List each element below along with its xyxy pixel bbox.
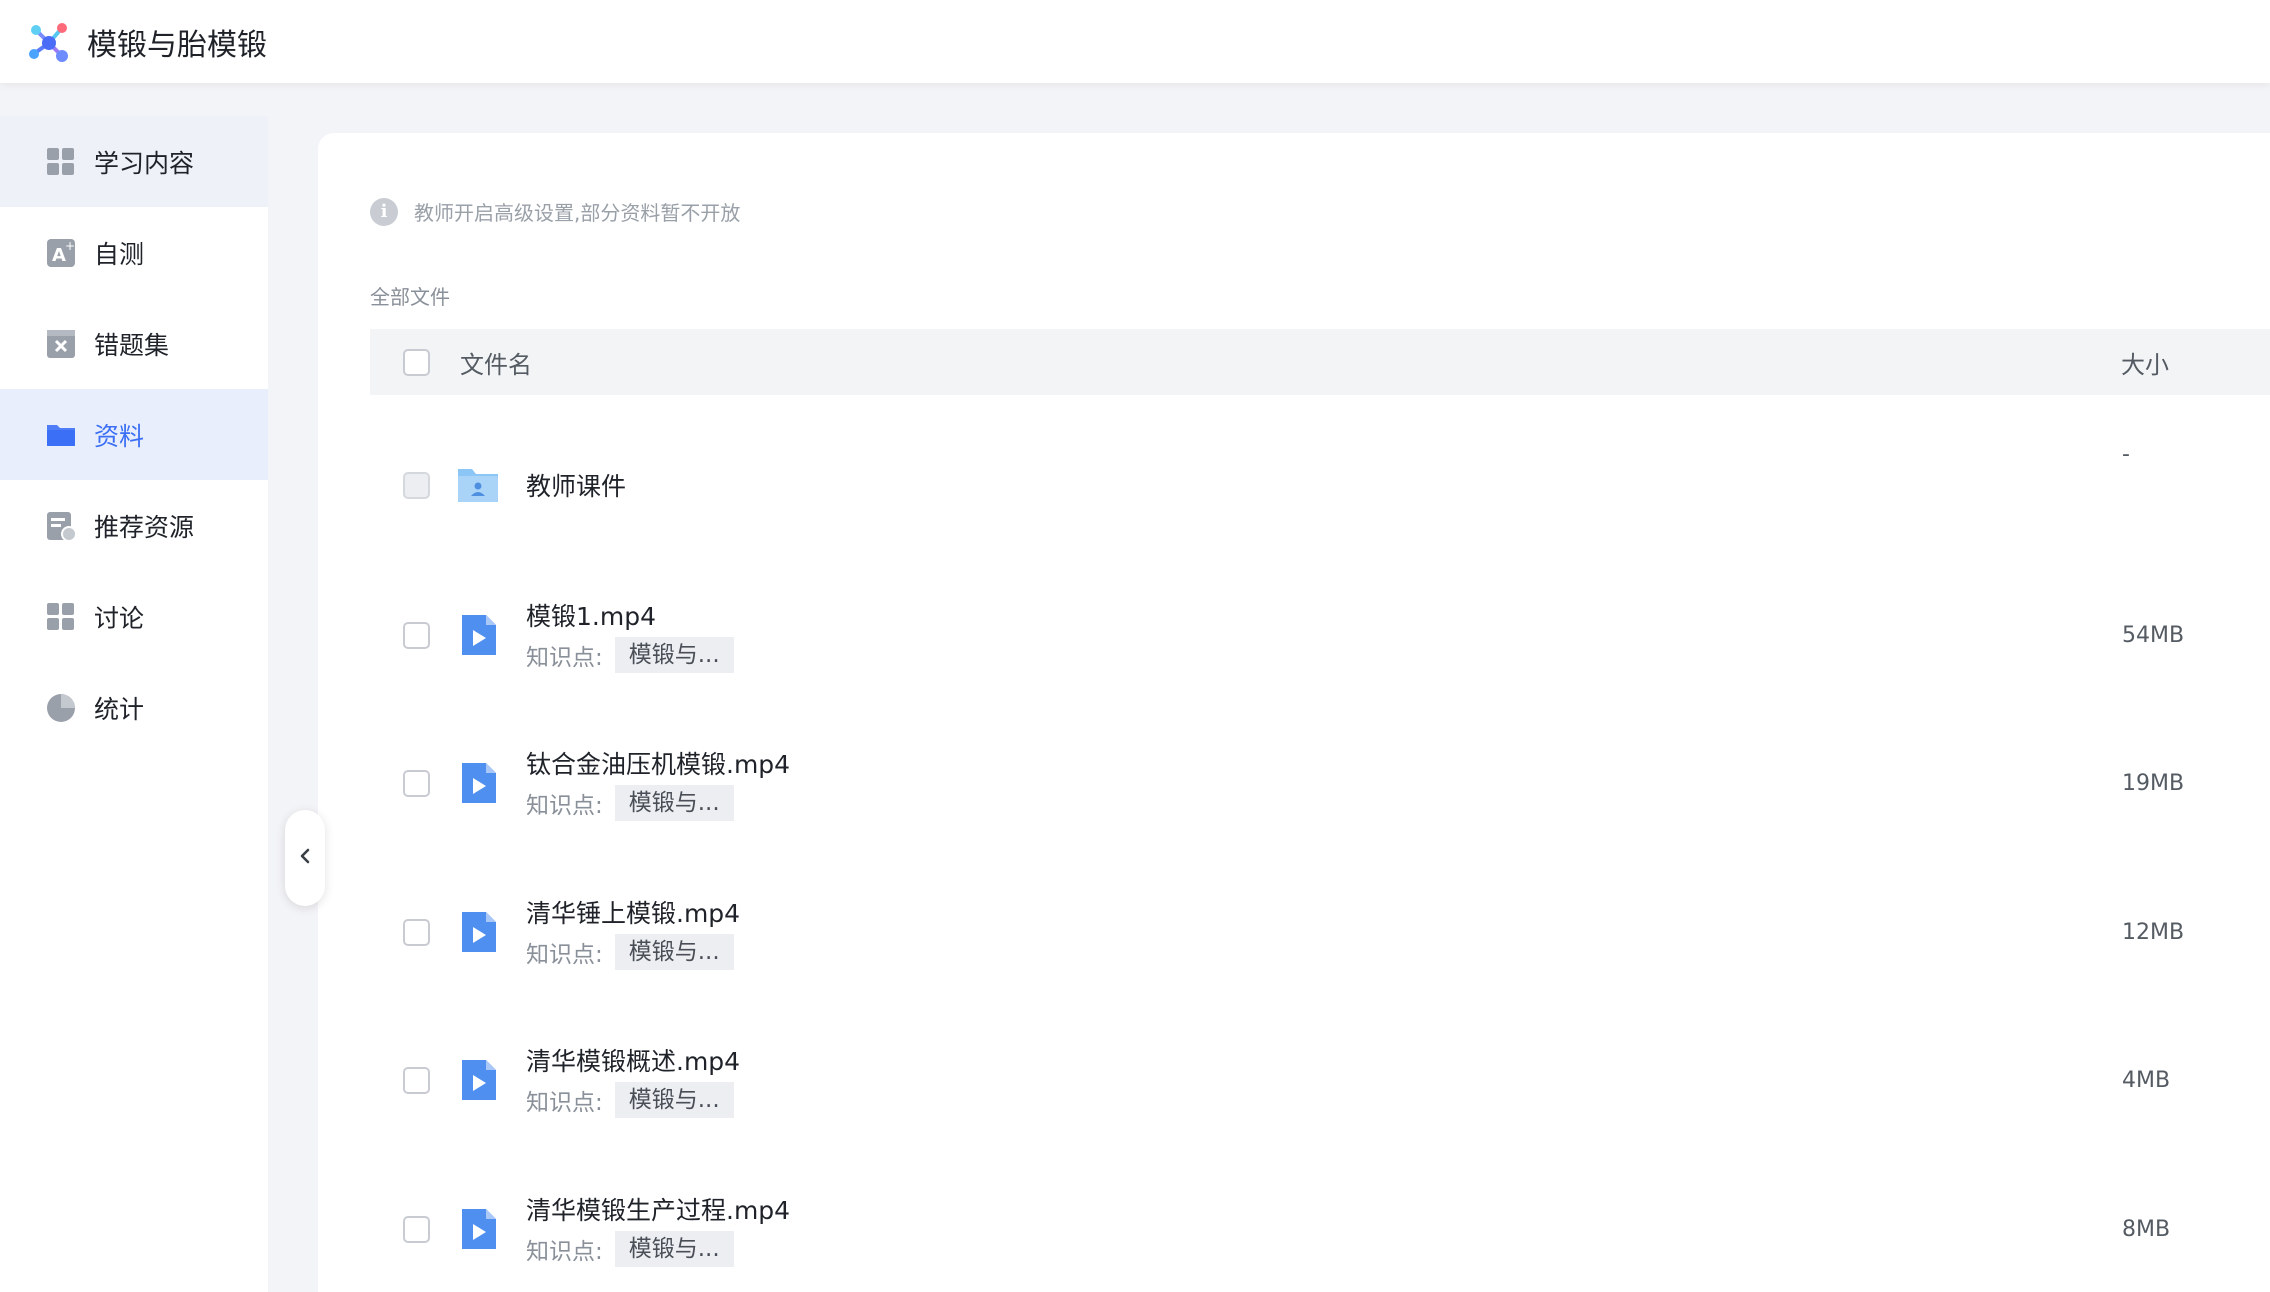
video-file-icon <box>456 1058 500 1102</box>
column-header-name[interactable]: 文件名 <box>460 345 532 380</box>
table-row-folder[interactable]: 教师课件 - <box>370 430 2270 540</box>
sidebar-item-label: 统计 <box>94 694 145 724</box>
file-name[interactable]: 清华模锻生产过程.mp4 <box>526 1191 790 1227</box>
knowledge-point-label: 知识点: <box>526 1090 603 1116</box>
row-checkbox[interactable] <box>403 1215 430 1243</box>
file-name[interactable]: 模锻1.mp4 <box>526 597 734 633</box>
knowledge-point-tag[interactable]: 模锻与... <box>614 637 734 673</box>
knowledge-point-label: 知识点: <box>526 793 603 819</box>
app-header: 模锻与胎模锻 <box>0 0 2270 83</box>
sidebar-item-label: 错题集 <box>94 330 170 360</box>
knowledge-point-tag[interactable]: 模锻与... <box>614 785 734 821</box>
discussion-icon <box>46 602 76 632</box>
materials-panel: i 教师开启高级设置,部分资料暂不开放 全部文件 文件名 大小 教师课件 - 模… <box>318 133 2270 1292</box>
table-row[interactable]: 清华锤上模锻.mp4 知识点: 模锻与... 12MB <box>370 877 2270 987</box>
knowledge-point-label: 知识点: <box>526 645 603 671</box>
table-row[interactable]: 清华模锻生产过程.mp4 知识点: 模锻与... 8MB <box>370 1174 2270 1284</box>
file-size: 4MB <box>2122 1067 2171 1093</box>
folder-name[interactable]: 教师课件 <box>526 467 626 503</box>
row-checkbox[interactable] <box>403 918 430 946</box>
sidebar-item-study-content[interactable]: 学习内容 <box>0 116 268 207</box>
sidebar-item-label: 推荐资源 <box>94 512 195 542</box>
video-file-icon <box>456 910 500 954</box>
knowledge-point-tag[interactable]: 模锻与... <box>614 1082 734 1118</box>
knowledge-point: 知识点: 模锻与... <box>526 637 734 673</box>
video-file-icon <box>456 761 500 805</box>
sidebar-item-materials[interactable]: 资料 <box>0 389 268 480</box>
file-size: - <box>2122 442 2130 467</box>
file-name[interactable]: 清华模锻概述.mp4 <box>526 1042 740 1078</box>
column-header-size[interactable]: 大小 <box>2121 345 2169 380</box>
svg-text:A: A <box>52 245 66 266</box>
wrong-book-icon <box>46 329 76 359</box>
knowledge-point: 知识点: 模锻与... <box>526 1231 790 1267</box>
sidebar-item-label: 资料 <box>94 421 145 451</box>
collapse-sidebar-button[interactable] <box>285 810 325 906</box>
recommend-icon <box>46 511 76 541</box>
sidebar-item-label: 自测 <box>94 239 145 269</box>
knowledge-point-tag[interactable]: 模锻与... <box>614 934 734 970</box>
sidebar-item-discussion[interactable]: 讨论 <box>0 571 268 662</box>
row-checkbox[interactable] <box>403 621 430 649</box>
svg-text:+: + <box>65 239 75 253</box>
knowledge-point-label: 知识点: <box>526 1239 603 1265</box>
sidebar-item-wrong-questions[interactable]: 错题集 <box>0 298 268 389</box>
info-icon: i <box>370 197 398 226</box>
row-checkbox[interactable] <box>403 1066 430 1094</box>
self-test-icon: A + <box>46 238 76 268</box>
folder-icon <box>46 420 76 450</box>
file-size: 19MB <box>2122 770 2185 796</box>
sidebar-item-label: 学习内容 <box>94 148 195 178</box>
app-title: 模锻与胎模锻 <box>87 27 267 63</box>
table-header: 文件名 大小 <box>370 329 2270 395</box>
row-checkbox[interactable] <box>403 769 430 797</box>
file-size: 54MB <box>2122 622 2185 648</box>
knowledge-point-tag[interactable]: 模锻与... <box>614 1231 734 1267</box>
chevron-left-icon <box>297 848 313 868</box>
knowledge-point: 知识点: 模锻与... <box>526 785 790 821</box>
knowledge-point: 知识点: 模锻与... <box>526 934 740 970</box>
video-file-icon <box>456 1207 500 1251</box>
file-name[interactable]: 清华锤上模锻.mp4 <box>526 894 740 930</box>
sidebar-item-recommended[interactable]: 推荐资源 <box>0 480 268 571</box>
file-size: 8MB <box>2122 1216 2171 1242</box>
file-size: 12MB <box>2122 919 2185 945</box>
grid-icon <box>46 147 76 177</box>
table-row[interactable]: 模锻1.mp4 知识点: 模锻与... 54MB <box>370 580 2270 690</box>
molecule-logo-icon <box>25 19 71 65</box>
notice-bar: i 教师开启高级设置,部分资料暂不开放 <box>370 197 740 226</box>
knowledge-point-label: 知识点: <box>526 942 603 968</box>
pie-chart-icon <box>46 693 76 723</box>
knowledge-point: 知识点: 模锻与... <box>526 1082 740 1118</box>
table-row[interactable]: 清华模锻概述.mp4 知识点: 模锻与... 4MB <box>370 1025 2270 1135</box>
shared-folder-icon <box>456 463 500 507</box>
table-row[interactable]: 钛合金油压机模锻.mp4 知识点: 模锻与... 19MB <box>370 728 2270 838</box>
sidebar-item-label: 讨论 <box>94 603 145 633</box>
row-checkbox <box>403 471 430 499</box>
video-file-icon <box>456 613 500 657</box>
sidebar-item-self-test[interactable]: A + 自测 <box>0 207 268 298</box>
file-name[interactable]: 钛合金油压机模锻.mp4 <box>526 745 790 781</box>
sidebar-item-statistics[interactable]: 统计 <box>0 662 268 753</box>
notice-text: 教师开启高级设置,部分资料暂不开放 <box>414 201 741 225</box>
breadcrumb[interactable]: 全部文件 <box>370 281 450 310</box>
sidebar: 学习内容 A + 自测 错题集 资料 推荐资源 讨论 统计 <box>0 116 268 1292</box>
select-all-checkbox[interactable] <box>403 348 430 376</box>
